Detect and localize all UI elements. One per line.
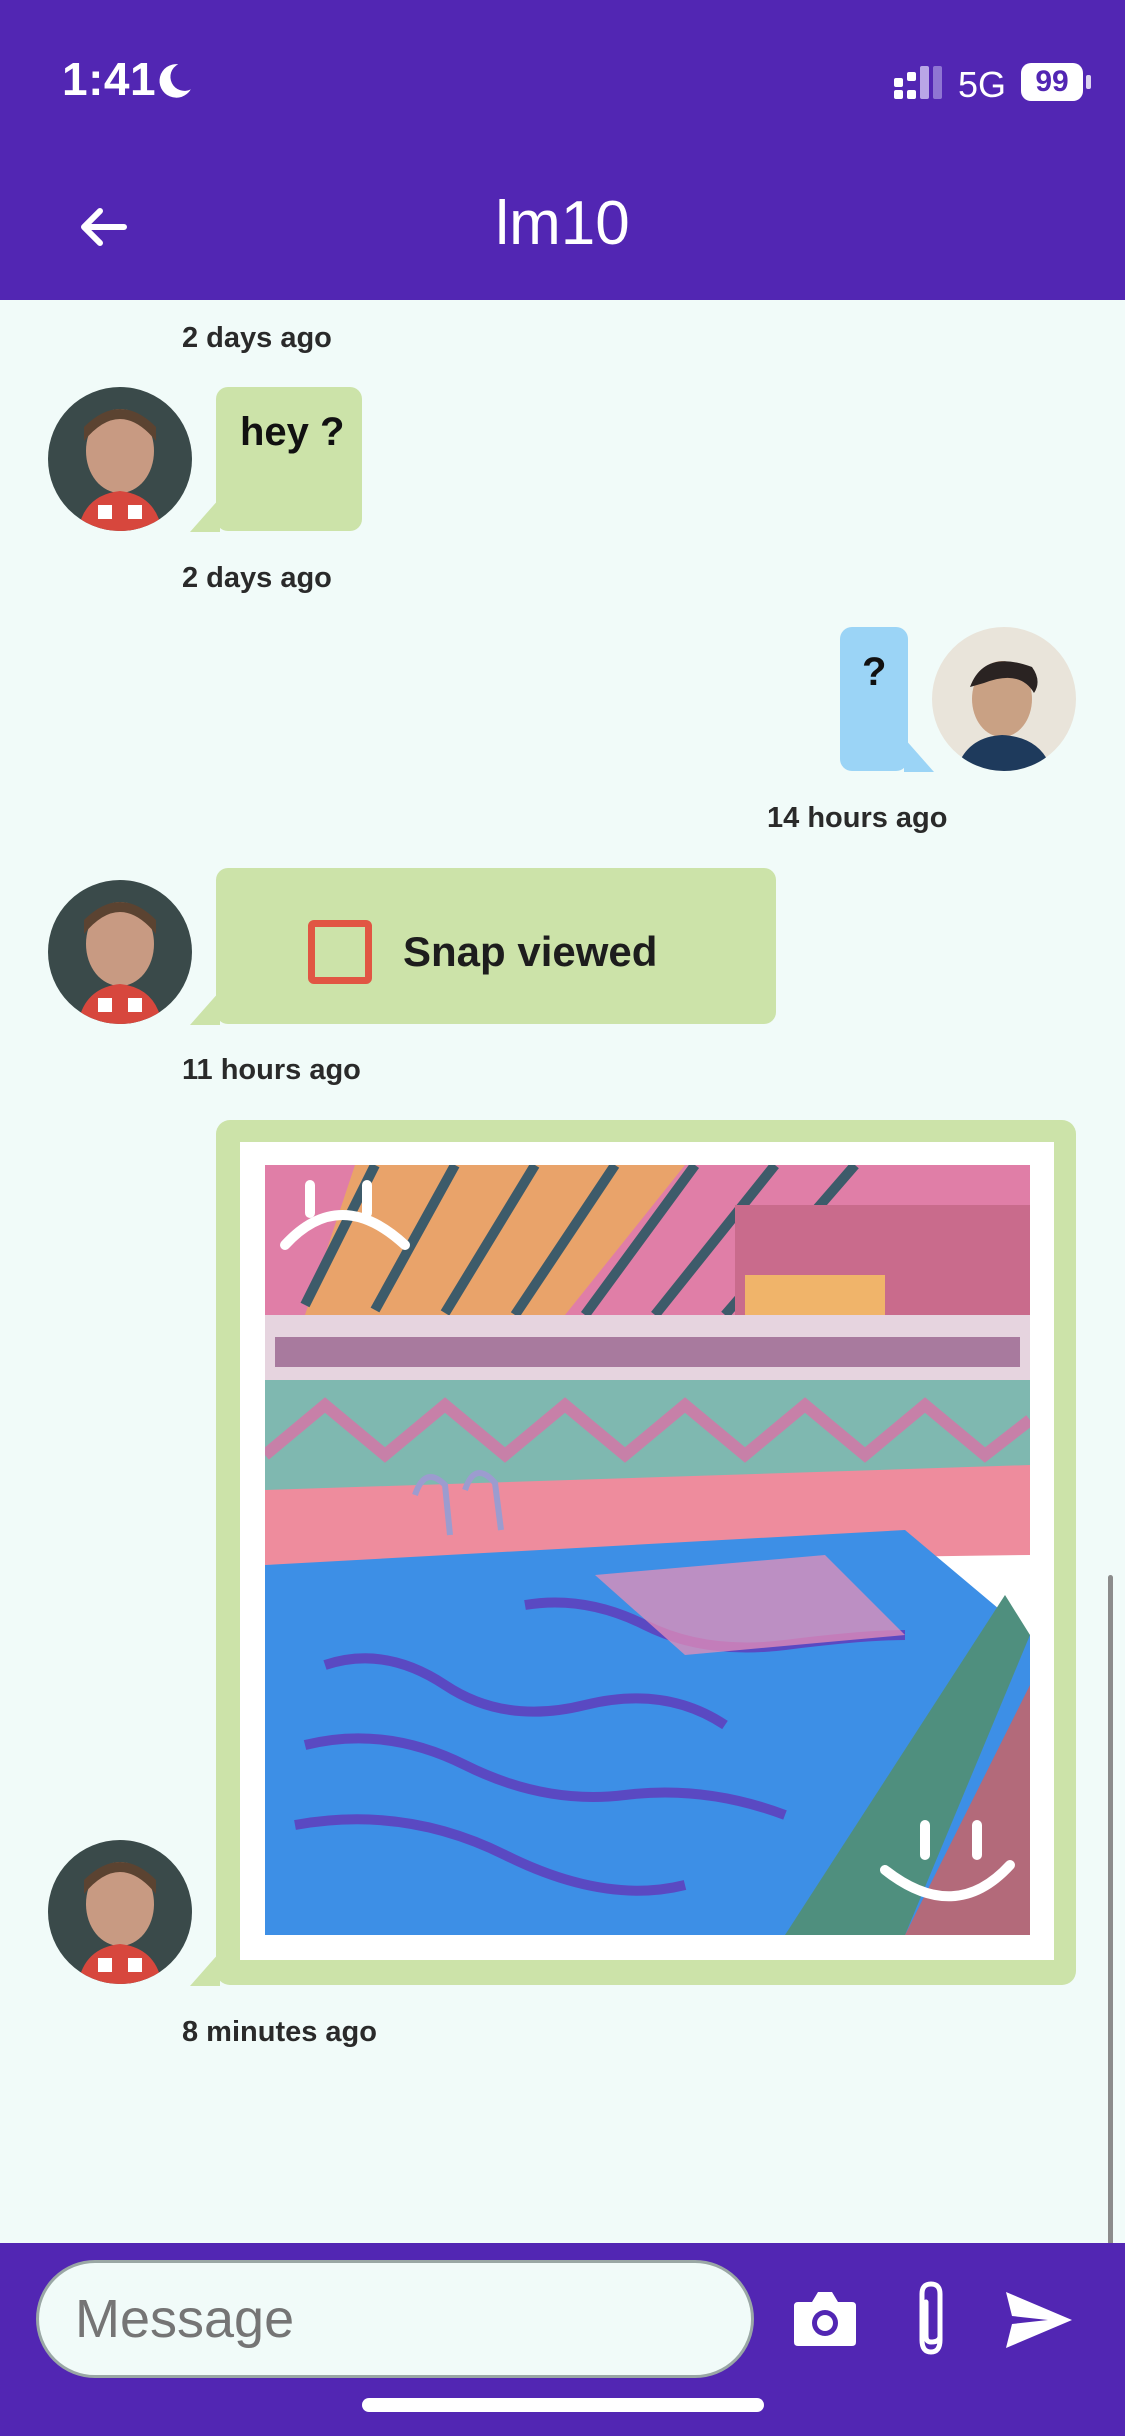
bubble-tail [190, 991, 220, 1025]
contact-avatar[interactable] [48, 387, 192, 531]
pool-photo[interactable] [265, 1165, 1030, 1935]
bubble-tail [190, 498, 220, 532]
network-label: 5G [958, 64, 1007, 105]
message-timestamp: 2 days ago [182, 322, 332, 354]
incoming-bubble[interactable] [216, 387, 362, 531]
signal-icon [894, 66, 942, 99]
send-icon[interactable] [1004, 2290, 1074, 2350]
home-indicator[interactable] [362, 2398, 764, 2412]
paperclip-icon[interactable] [910, 2278, 952, 2362]
scrollbar[interactable] [1108, 1575, 1113, 2245]
app-header: 1:41 5G 99 lm10 [0, 0, 1125, 300]
battery-indicator: 99 [1021, 63, 1083, 101]
message-timestamp: 11 hours ago [182, 1054, 361, 1086]
message-text: ? [862, 650, 887, 694]
message-input[interactable] [36, 2260, 754, 2378]
contact-avatar[interactable] [48, 880, 192, 1024]
message-timestamp: 2 days ago [182, 562, 332, 594]
message-text: hey ? [240, 410, 345, 454]
snap-status-label: Snap viewed [403, 928, 658, 975]
bubble-tail [904, 738, 934, 772]
chat-title: lm10 [495, 189, 630, 258]
message-timestamp: 14 hours ago [767, 802, 948, 834]
status-time: 1:41 [62, 53, 157, 105]
user-avatar[interactable] [932, 627, 1076, 771]
message-timestamp: 8 minutes ago [182, 2016, 377, 2048]
contact-avatar[interactable] [48, 1840, 192, 1984]
bubble-tail [190, 1952, 220, 1986]
outgoing-bubble[interactable] [840, 627, 908, 771]
camera-icon[interactable] [792, 2288, 858, 2348]
moon-icon [159, 64, 191, 98]
snap-status-icon [308, 920, 372, 984]
battery-tip [1086, 75, 1091, 89]
